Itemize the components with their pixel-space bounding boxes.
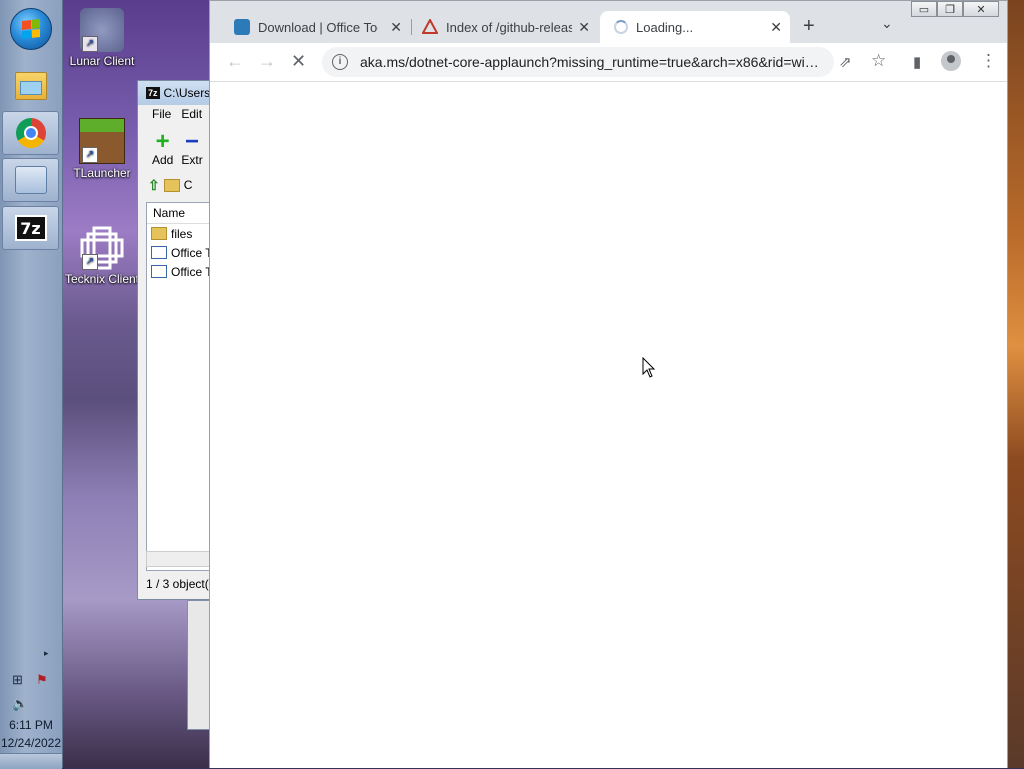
taskbar-7zip[interactable]: 7z	[2, 206, 59, 250]
7zip-path-bar: ⇧ C	[138, 173, 216, 197]
7zip-window-title: C:\Users	[163, 86, 211, 100]
tlauncher-grass-block-icon: ↗	[79, 118, 125, 164]
url-text[interactable]: aka.ms/dotnet-core-applaunch?missing_run…	[360, 54, 820, 70]
file-explorer-icon	[14, 72, 47, 100]
maximize-button[interactable]: ❐	[937, 1, 963, 17]
chrome-icon	[15, 118, 46, 148]
close-window-button[interactable]: ✕	[963, 1, 999, 17]
desktop-icon-label: Tecknix Client	[64, 272, 140, 286]
address-bar[interactable]: i aka.ms/dotnet-core-applaunch?missing_r…	[322, 47, 834, 77]
background-window-edge[interactable]	[187, 600, 210, 730]
office-tool-favicon-icon	[234, 19, 250, 35]
share-icon[interactable]: ⇗	[839, 53, 852, 71]
tab-close-icon[interactable]: ✕	[578, 19, 590, 36]
show-hidden-icons-chevron-icon[interactable]: ▸	[44, 648, 49, 659]
minimize-button[interactable]: ▭	[911, 1, 937, 17]
stop-loading-button[interactable]: ✕	[291, 51, 306, 72]
desktop-icon-label: TLauncher	[73, 166, 131, 180]
lunar-client-icon: ↗	[80, 8, 124, 52]
loading-spinner-icon	[614, 20, 628, 34]
tab-index-github-release[interactable]: Index of /github-release ✕	[408, 11, 598, 43]
plus-icon: +	[155, 128, 170, 155]
tab-strip: Download | Office Tool ✕ Index of /githu…	[210, 1, 1007, 43]
github-release-favicon-icon	[422, 19, 438, 34]
file-icon	[151, 265, 167, 278]
file-icon	[151, 246, 167, 259]
tab-title: Index of /github-release	[446, 19, 572, 35]
list-item-label: Office T	[171, 264, 213, 279]
7zip-icon: 7z	[14, 215, 47, 241]
tab-title: Download | Office Tool	[258, 19, 378, 35]
windows-logo-icon	[22, 19, 40, 39]
action-center-flag-icon[interactable]: ⚑	[36, 672, 48, 688]
site-info-icon[interactable]: i	[332, 54, 348, 70]
shortcut-arrow-icon: ↗	[82, 254, 98, 270]
chrome-menu-icon[interactable]: ⋮	[980, 51, 997, 71]
chrome-window: Download | Office Tool ✕ Index of /githu…	[209, 0, 1008, 768]
path-field[interactable]: C	[184, 178, 193, 192]
list-item-label: files	[171, 226, 193, 241]
status-bar-text: 1 / 3 object(	[146, 577, 209, 591]
desktop-icon-tecknix-client[interactable]: ↗ Tecknix Client	[64, 226, 140, 286]
7zip-toolbar: + Add − Extr	[138, 123, 216, 173]
list-item-label: Office T	[171, 245, 213, 260]
network-icon[interactable]: ⊞	[12, 672, 23, 688]
page-content-blank	[210, 82, 1007, 768]
tab-loading[interactable]: Loading... ✕	[600, 11, 790, 43]
folder-icon	[151, 227, 167, 240]
bookmark-star-icon[interactable]: ☆	[871, 51, 886, 71]
clock-date[interactable]: 12/24/2022	[0, 736, 62, 750]
folder-icon	[163, 178, 180, 192]
extract-button[interactable]: − Extr	[181, 128, 203, 173]
extract-label: Extr	[181, 153, 203, 167]
start-button[interactable]	[10, 8, 52, 50]
7zip-menu-bar: File Edit	[138, 105, 216, 123]
menu-edit[interactable]: Edit	[181, 107, 202, 121]
desktop-icon-label: Lunar Client	[69, 54, 135, 68]
control-panel-icon	[14, 166, 47, 194]
mouse-pointer-icon	[642, 357, 656, 378]
browser-toolbar: ← → ✕ i aka.ms/dotnet-core-applaunch?mis…	[210, 43, 1007, 82]
taskbar-file-explorer[interactable]	[2, 64, 59, 108]
tab-close-icon[interactable]: ✕	[390, 19, 402, 36]
tab-search-chevron-icon[interactable]: ⌄	[881, 15, 893, 32]
profile-avatar[interactable]	[941, 51, 961, 71]
add-button[interactable]: + Add	[152, 128, 174, 173]
7zip-logo-icon: 7z	[146, 87, 160, 99]
up-folder-icon[interactable]: ⇧	[148, 177, 160, 194]
shortcut-arrow-icon: ↗	[82, 147, 98, 163]
desktop-icon-tlauncher[interactable]: ↗ TLauncher	[64, 118, 140, 180]
minus-icon: −	[185, 128, 200, 155]
taskbar-control-panel[interactable]	[2, 158, 59, 202]
taskbar: 7z ▸ ⊞ ⚑ 🔈 6:11 PM 12/24/2022	[0, 0, 63, 769]
tab-close-icon[interactable]: ✕	[770, 19, 782, 36]
menu-file[interactable]: File	[152, 107, 171, 121]
tab-download-office-tool[interactable]: Download | Office Tool ✕	[220, 11, 410, 43]
desktop-icon-lunar-client[interactable]: ↗ Lunar Client	[64, 8, 140, 68]
side-panel-icon[interactable]: ▮	[913, 53, 921, 71]
shortcut-arrow-icon: ↗	[82, 36, 98, 52]
show-desktop-button[interactable]	[0, 753, 62, 769]
volume-icon[interactable]: 🔈	[12, 696, 28, 712]
tecknix-client-icon: ↗	[80, 226, 124, 270]
back-button[interactable]: ←	[226, 51, 244, 72]
new-tab-button[interactable]: +	[803, 15, 815, 38]
forward-button[interactable]: →	[258, 51, 276, 72]
add-label: Add	[152, 153, 174, 167]
clock-time[interactable]: 6:11 PM	[0, 718, 62, 732]
7zip-window: 7z C:\Users File Edit + Add − Extr ⇧ C N…	[137, 80, 220, 600]
taskbar-chrome[interactable]	[2, 111, 59, 155]
7zip-title-bar[interactable]: 7z C:\Users	[138, 81, 216, 105]
tab-title: Loading...	[636, 19, 694, 35]
